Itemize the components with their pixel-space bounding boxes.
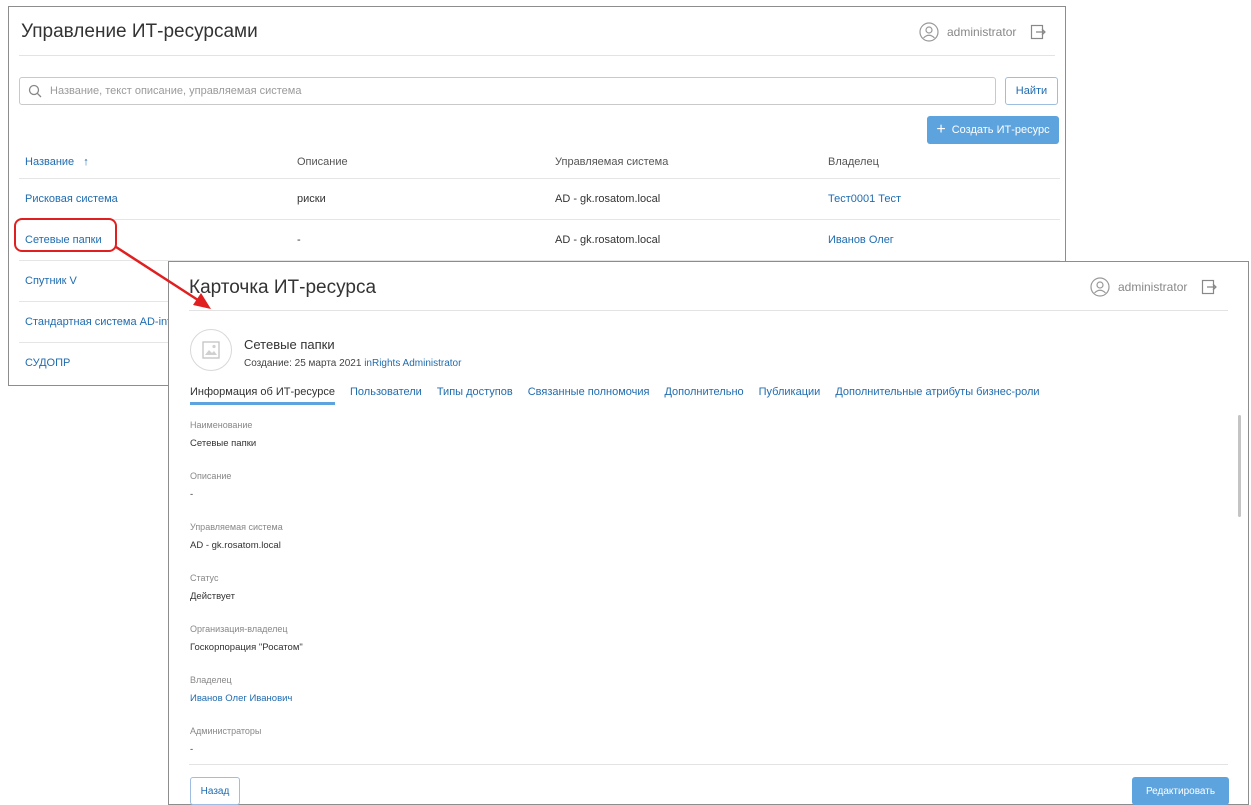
resource-created: Создание: 25 марта 2021 inRights Adminis… xyxy=(244,358,462,369)
create-button-label: Создать ИТ-ресурс xyxy=(951,124,1050,136)
tabs-bar: Информация об ИТ-ресурсе Пользователи Ти… xyxy=(190,386,1055,405)
tab-additional[interactable]: Дополнительно xyxy=(664,386,743,405)
tab-access-types[interactable]: Типы доступов xyxy=(437,386,513,405)
header-divider xyxy=(19,55,1055,56)
back-button[interactable]: Назад xyxy=(190,777,240,805)
resource-image-icon xyxy=(190,329,232,371)
user-name: administrator xyxy=(1118,280,1188,294)
search-icon xyxy=(28,84,42,98)
creator-link[interactable]: inRights Administrator xyxy=(364,358,461,369)
resource-system: AD - gk.rosatom.local xyxy=(555,234,661,246)
search-box[interactable] xyxy=(19,77,996,105)
tab-publications[interactable]: Публикации xyxy=(759,386,821,405)
tab-business-role-attributes[interactable]: Дополнительные атрибуты бизнес-роли xyxy=(835,386,1039,405)
resource-name-link[interactable]: Рисковая система xyxy=(19,193,291,205)
field-managed-system: Управляемая система AD - gk.rosatom.loca… xyxy=(190,522,283,551)
row-highlight-callout xyxy=(14,218,117,252)
table-row[interactable]: Рисковая система риски AD - gk.rosatom.l… xyxy=(19,179,1060,220)
tab-info[interactable]: Информация об ИТ-ресурсе xyxy=(190,386,336,405)
create-it-resource-button[interactable]: + Создать ИТ-ресурс xyxy=(927,116,1059,144)
field-name: Наименование Сетевые папки xyxy=(190,420,257,449)
resource-owner-link[interactable]: Иванов Олег xyxy=(822,234,1060,246)
user-avatar-icon xyxy=(1090,277,1110,297)
search-input[interactable] xyxy=(48,84,995,98)
logout-icon[interactable] xyxy=(1201,279,1218,295)
user-avatar-icon xyxy=(919,22,939,42)
column-header-owner[interactable]: Владелец xyxy=(822,156,1060,168)
user-name: administrator xyxy=(947,25,1017,39)
field-description: Описание - xyxy=(190,471,232,500)
field-owner-organization: Организация-владелец Госкорпорация "Роса… xyxy=(190,624,303,653)
owner-link[interactable]: Иванов Олег Иванович xyxy=(190,693,1190,704)
it-resource-card-window: Карточка ИТ-ресурса administrator Сетевы… xyxy=(168,261,1249,805)
sort-asc-icon: ↑ xyxy=(83,155,89,168)
card-title: Карточка ИТ-ресурса xyxy=(189,277,377,298)
header-divider xyxy=(189,310,1228,311)
user-area[interactable]: administrator xyxy=(919,22,1047,42)
logout-icon[interactable] xyxy=(1030,24,1047,40)
edit-button[interactable]: Редактировать xyxy=(1132,777,1229,805)
column-header-description[interactable]: Описание xyxy=(291,156,549,168)
tab-users[interactable]: Пользователи xyxy=(350,386,422,405)
resource-name: Сетевые папки xyxy=(244,337,335,352)
table-header: Название ↑ Описание Управляемая система … xyxy=(19,145,1060,179)
footer-divider xyxy=(189,764,1228,765)
field-owner: Владелец Иванов Олег Иванович xyxy=(190,673,1190,724)
column-header-name[interactable]: Название ↑ xyxy=(19,156,291,168)
scrollbar[interactable] xyxy=(1238,415,1241,517)
table-row[interactable]: Сетевые папки - AD - gk.rosatom.local Ив… xyxy=(19,220,1060,261)
tab-related-permissions[interactable]: Связанные полномочия xyxy=(528,386,650,405)
page-title: Управление ИТ-ресурсами xyxy=(21,21,258,42)
plus-icon: + xyxy=(936,121,946,138)
user-area[interactable]: administrator xyxy=(1090,277,1218,297)
field-administrators: Администраторы - xyxy=(190,726,262,755)
resource-system: AD - gk.rosatom.local xyxy=(555,193,661,205)
resource-description: - xyxy=(297,234,301,246)
find-button[interactable]: Найти xyxy=(1005,77,1058,105)
resource-owner-link[interactable]: Тест0001 Тест xyxy=(822,193,1060,205)
field-status: Статус Действует xyxy=(190,573,235,602)
column-header-system[interactable]: Управляемая система xyxy=(549,156,822,168)
resource-fields: Наименование Сетевые папки Описание - Уп… xyxy=(190,418,1190,775)
resource-description: риски xyxy=(297,193,326,205)
